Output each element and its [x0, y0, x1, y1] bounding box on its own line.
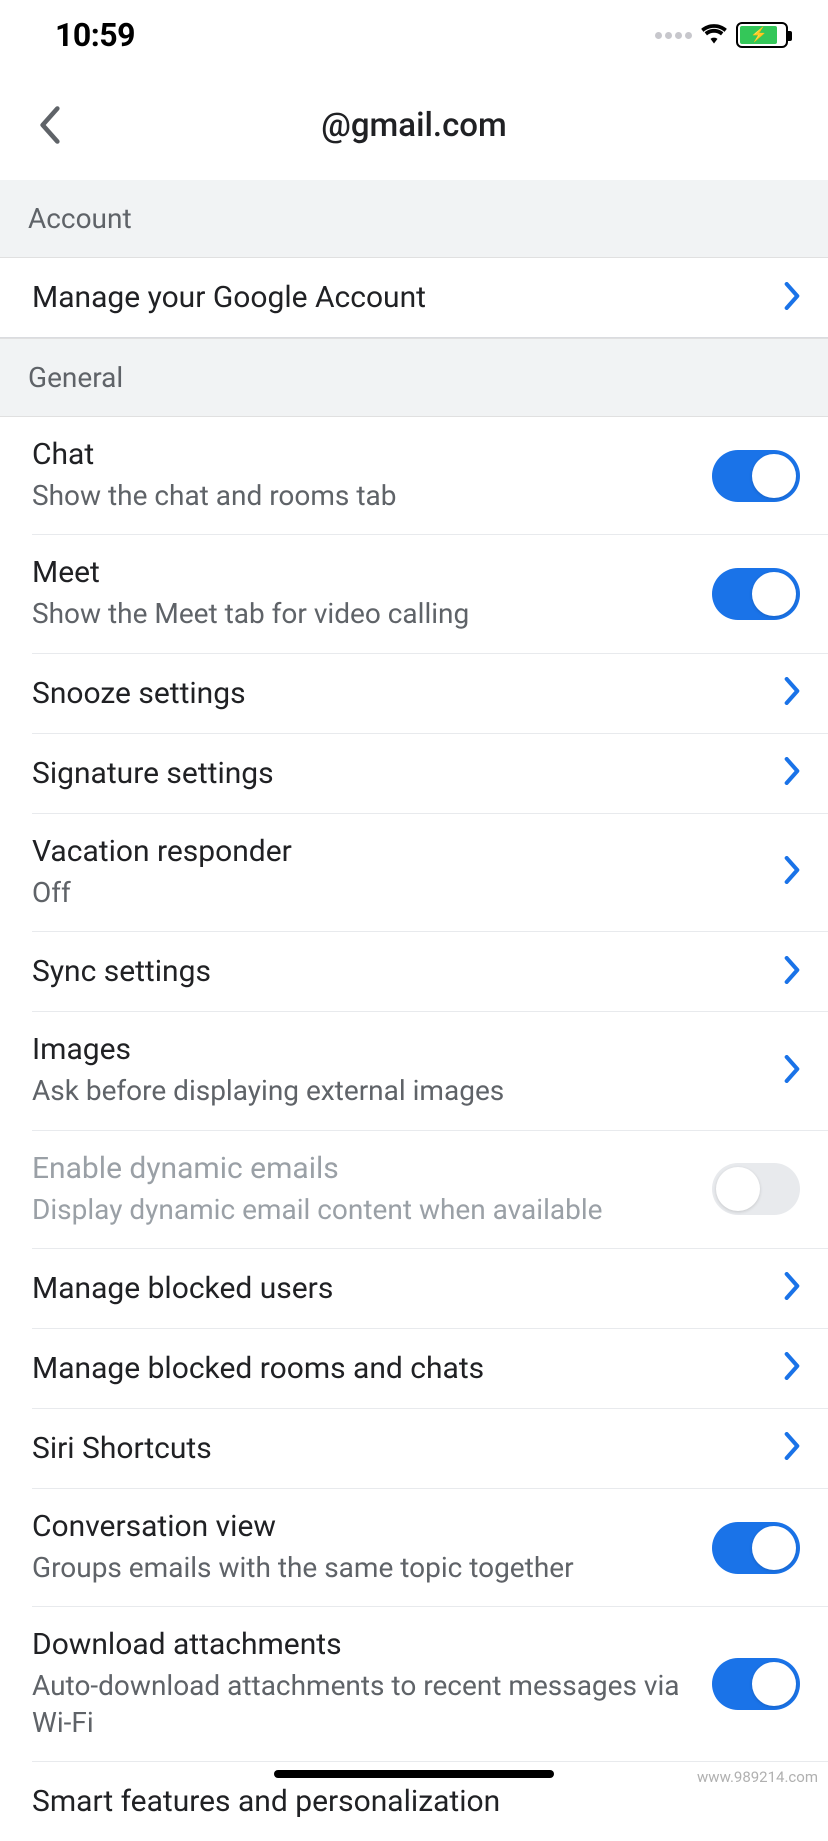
status-icons: ⚡: [655, 22, 788, 48]
chat-row[interactable]: Chat Show the chat and rooms tab: [32, 417, 828, 535]
row-title: Smart features and personalization: [32, 1784, 800, 1819]
row-subtitle: Groups emails with the same topic togeth…: [32, 1550, 712, 1586]
manage-blocked-rooms-row[interactable]: Manage blocked rooms and chats: [32, 1329, 828, 1409]
vacation-responder-row[interactable]: Vacation responder Off: [32, 814, 828, 932]
page-title: @gmail.com: [321, 106, 507, 145]
signature-settings-row[interactable]: Signature settings: [32, 734, 828, 814]
row-title: Meet: [32, 555, 712, 590]
row-subtitle: Auto-download attachments to recent mess…: [32, 1668, 712, 1741]
download-attachments-row[interactable]: Download attachments Auto-download attac…: [32, 1607, 828, 1762]
row-subtitle: Display dynamic email content when avail…: [32, 1192, 712, 1228]
chevron-right-icon: [784, 677, 800, 709]
images-row[interactable]: Images Ask before displaying external im…: [32, 1012, 828, 1130]
row-title: Sync settings: [32, 954, 784, 989]
chevron-right-icon: [784, 1352, 800, 1384]
row-title: Enable dynamic emails: [32, 1151, 712, 1186]
battery-icon: ⚡: [736, 22, 788, 48]
chevron-right-icon: [784, 1272, 800, 1304]
dynamic-emails-row: Enable dynamic emails Display dynamic em…: [32, 1131, 828, 1249]
row-subtitle: Show the Meet tab for video calling: [32, 596, 712, 632]
meet-row[interactable]: Meet Show the Meet tab for video calling: [32, 535, 828, 653]
manage-blocked-users-row[interactable]: Manage blocked users: [32, 1249, 828, 1329]
chevron-right-icon: [784, 757, 800, 789]
cellular-signal-icon: [655, 32, 692, 39]
watermark: www.989214.com: [697, 1768, 818, 1786]
wifi-icon: [700, 22, 728, 48]
section-header-account: Account: [0, 180, 828, 258]
status-bar: 10:59 ⚡: [0, 0, 828, 70]
chevron-right-icon: [784, 1055, 800, 1087]
row-title: Signature settings: [32, 756, 784, 791]
download-attachments-toggle[interactable]: [712, 1658, 800, 1710]
meet-toggle[interactable]: [712, 568, 800, 620]
chevron-right-icon: [784, 282, 800, 314]
row-title: Conversation view: [32, 1509, 712, 1544]
siri-shortcuts-row[interactable]: Siri Shortcuts: [32, 1409, 828, 1489]
chevron-right-icon: [784, 856, 800, 888]
row-subtitle: Show the chat and rooms tab: [32, 478, 712, 514]
row-title: Snooze settings: [32, 676, 784, 711]
nav-header: @gmail.com: [0, 70, 828, 180]
chat-toggle[interactable]: [712, 450, 800, 502]
row-title: Images: [32, 1032, 784, 1067]
back-button[interactable]: [28, 103, 72, 147]
conversation-view-toggle[interactable]: [712, 1522, 800, 1574]
conversation-view-row[interactable]: Conversation view Groups emails with the…: [32, 1489, 828, 1607]
row-title: Manage your Google Account: [32, 280, 784, 315]
manage-google-account-row[interactable]: Manage your Google Account: [0, 258, 828, 338]
chevron-right-icon: [784, 956, 800, 988]
chevron-left-icon: [39, 106, 61, 144]
row-title: Download attachments: [32, 1627, 712, 1662]
row-subtitle: Ask before displaying external images: [32, 1073, 784, 1109]
home-indicator[interactable]: [274, 1770, 554, 1778]
status-time: 10:59: [55, 16, 135, 54]
sync-settings-row[interactable]: Sync settings: [32, 932, 828, 1012]
row-title: Vacation responder: [32, 834, 784, 869]
row-title: Siri Shortcuts: [32, 1431, 784, 1466]
row-title: Manage blocked rooms and chats: [32, 1351, 784, 1386]
snooze-settings-row[interactable]: Snooze settings: [32, 654, 828, 734]
row-title: Manage blocked users: [32, 1271, 784, 1306]
row-title: Chat: [32, 437, 712, 472]
dynamic-emails-toggle: [712, 1163, 800, 1215]
row-subtitle: Off: [32, 875, 784, 911]
chevron-right-icon: [784, 1432, 800, 1464]
section-header-general: General: [0, 338, 828, 417]
